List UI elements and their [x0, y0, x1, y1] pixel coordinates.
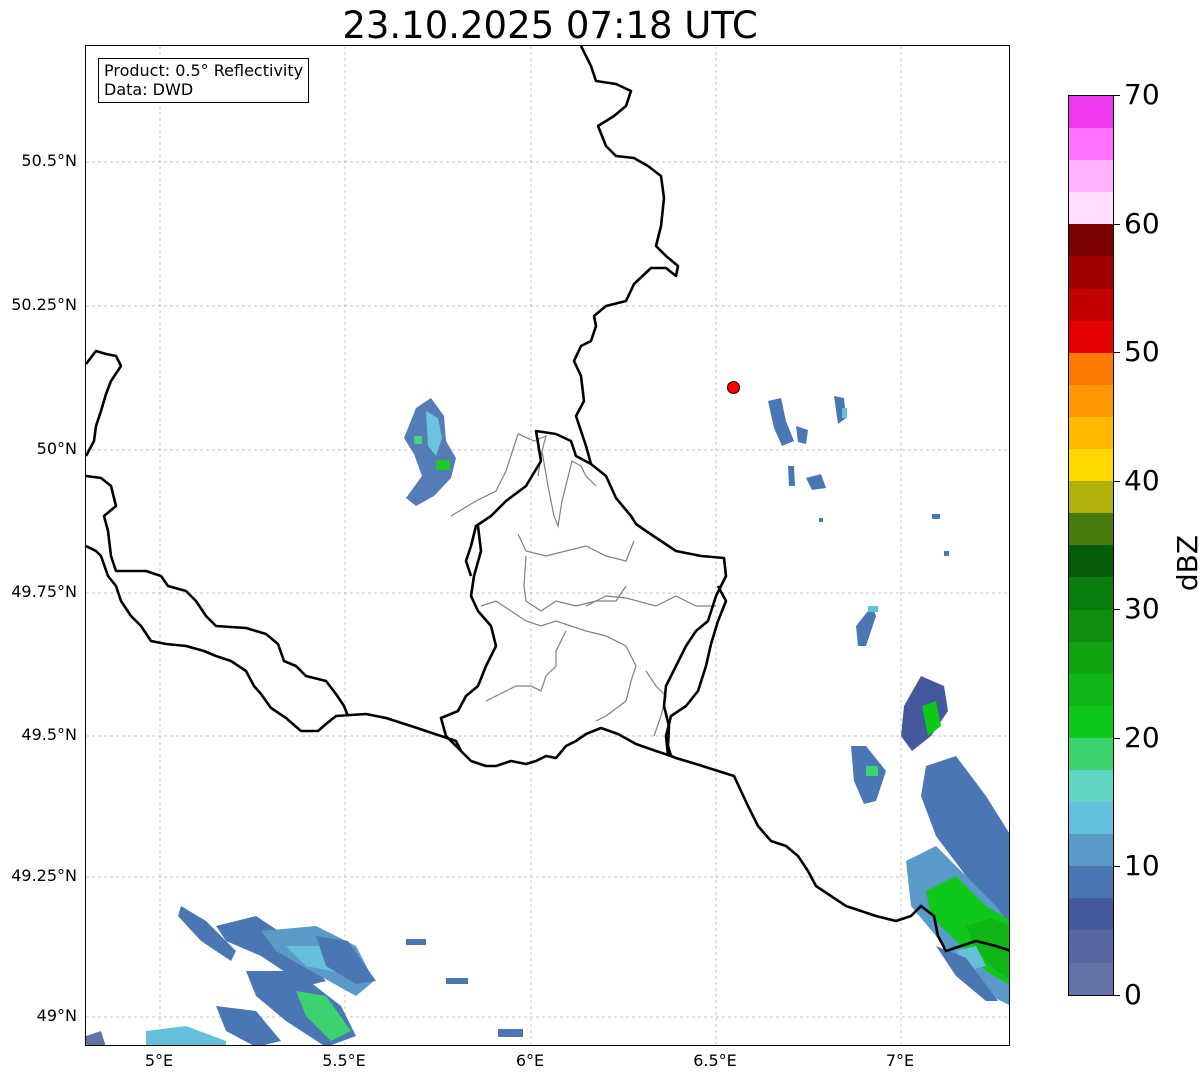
product-label: Product: 0.5° Reflectivity: [104, 61, 304, 80]
colorbar-segment: [1069, 641, 1113, 674]
colorbar-segment: [1069, 449, 1113, 482]
colorbar-tick-label: 20: [1124, 720, 1160, 754]
radar-map[interactable]: Product: 0.5° Reflectivity Data: DWD: [85, 45, 1010, 1046]
colorbar-tick-label: 40: [1124, 463, 1160, 497]
lat-label: 49.75°N: [11, 582, 77, 601]
colorbar-segment: [1069, 737, 1113, 770]
colorbar-segment: [1069, 962, 1113, 995]
echo-band-east: [851, 676, 1009, 1005]
colorbar-segment: [1069, 705, 1113, 738]
colorbar-tick-label: 0: [1124, 978, 1142, 1011]
colorbar-segment: [1069, 930, 1113, 963]
echo-bands-southwest: [86, 906, 523, 1045]
colorbar-tick: [1114, 866, 1120, 868]
lat-label: 50.25°N: [11, 295, 77, 314]
dbz-colorbar: [1068, 95, 1114, 996]
colorbar-segment: [1069, 384, 1113, 417]
radar-echoes: [86, 396, 1009, 1045]
colorbar-segment: [1069, 513, 1113, 546]
colorbar-tick-label: 10: [1124, 849, 1160, 883]
colorbar-segment: [1069, 192, 1113, 225]
colorbar-tick: [1114, 95, 1120, 96]
colorbar-tick-label: 60: [1124, 206, 1160, 240]
colorbar-tick: [1114, 352, 1120, 354]
colorbar-segment: [1069, 673, 1113, 706]
colorbar-segment: [1069, 609, 1113, 642]
lon-label: 5°E: [144, 1051, 174, 1070]
colorbar-tick: [1114, 480, 1120, 482]
map-canvas: [86, 46, 1009, 1045]
map-title: 23.10.2025 07:18 UTC: [342, 4, 758, 47]
colorbar-tick-label: 70: [1124, 78, 1160, 111]
colorbar-segment: [1069, 769, 1113, 803]
echo-cluster-west: [404, 398, 456, 506]
lat-label: 50.5°N: [21, 151, 77, 170]
colorbar-segment: [1069, 320, 1113, 353]
lon-label: 6.5°E: [693, 1051, 737, 1070]
colorbar-tick: [1114, 995, 1120, 996]
graticule: [86, 46, 1009, 1045]
echo-cluster-northeast: [768, 396, 949, 646]
lon-label: 7°E: [885, 1051, 915, 1070]
colorbar-segment: [1069, 481, 1113, 514]
colorbar-segment: [1069, 352, 1113, 385]
colorbar-tick: [1114, 609, 1120, 611]
lon-label: 5.5°E: [322, 1051, 366, 1070]
colorbar-segment: [1069, 866, 1113, 899]
lon-label: 6°E: [515, 1051, 545, 1070]
country-borders: [86, 46, 1009, 953]
colorbar-segment: [1069, 96, 1113, 129]
data-source-label: Data: DWD: [104, 80, 194, 99]
colorbar-segment: [1069, 160, 1113, 193]
colorbar-tick-label: 30: [1124, 592, 1160, 626]
colorbar-segment: [1069, 898, 1113, 931]
colorbar-tick: [1114, 737, 1120, 739]
lat-label: 49.25°N: [11, 866, 77, 885]
province-boundaries: [450, 433, 716, 737]
colorbar-tick: [1114, 223, 1120, 225]
colorbar-segment: [1069, 288, 1113, 321]
lat-label: 49.5°N: [21, 725, 77, 744]
colorbar-tick-label: 50: [1124, 335, 1160, 369]
colorbar-unit-label: dBZ: [1171, 534, 1202, 592]
colorbar-segment: [1069, 224, 1113, 257]
colorbar-segment: [1069, 834, 1113, 867]
lat-label: 49°N: [36, 1006, 77, 1025]
colorbar-segment: [1069, 802, 1113, 835]
colorbar-segment: [1069, 128, 1113, 161]
colorbar-segment: [1069, 577, 1113, 610]
product-info-box: Product: 0.5° Reflectivity Data: DWD: [98, 58, 310, 103]
radar-site-marker[interactable]: [727, 381, 740, 394]
lat-label: 50°N: [36, 439, 77, 458]
colorbar-segment: [1069, 545, 1113, 578]
colorbar-segment: [1069, 256, 1113, 289]
colorbar-segment: [1069, 416, 1113, 450]
